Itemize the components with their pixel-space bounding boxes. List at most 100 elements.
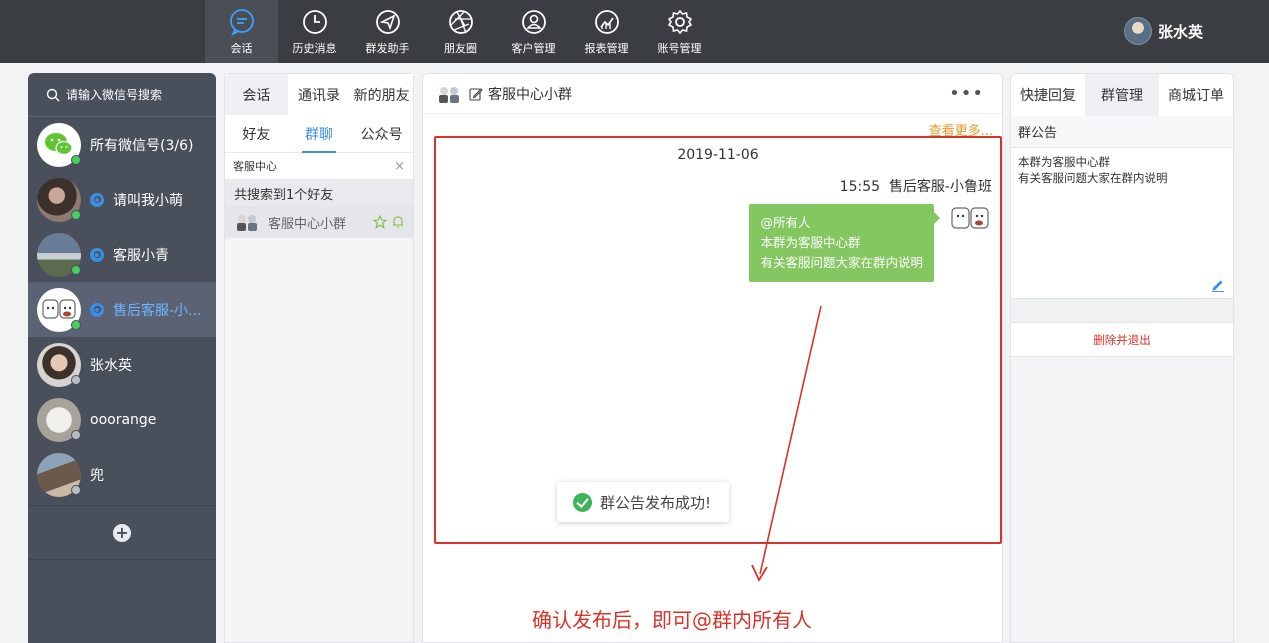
search-result-count: 共搜索到1个好友 — [225, 180, 413, 206]
subtab-official-accounts[interactable]: 公众号 — [350, 115, 413, 152]
nav-item-broadcast[interactable]: 群发助手 — [351, 0, 424, 63]
message-bubble[interactable]: @所有人 本群为客服中心群 有关客服问题大家在群内说明 — [749, 204, 940, 282]
message-line: 本群为客服中心群 — [760, 235, 861, 250]
checkmark-icon — [573, 492, 592, 512]
online-status-dot — [71, 209, 81, 220]
nav-label: 账号管理 — [657, 41, 702, 55]
group-avatar — [235, 211, 259, 233]
tab-group-management[interactable]: 群管理 — [1085, 74, 1159, 116]
announcement-title: 群公告 — [1011, 116, 1233, 148]
account-name: ooorange — [90, 411, 157, 428]
nav-label: 报表管理 — [584, 41, 629, 55]
nav-item-reports[interactable]: 报表管理 — [570, 0, 643, 63]
account-name: 张水英 — [90, 357, 132, 374]
wechat-logo-avatar — [37, 122, 81, 167]
more-options-button[interactable]: ••• — [949, 83, 984, 104]
subtab-friends[interactable]: 好友 — [225, 115, 288, 152]
contacts-subtabs: 好友 群聊 公众号 — [225, 115, 413, 153]
account-name: 所有微信号(3/6) — [90, 137, 194, 154]
nav-item-history[interactable]: 历史消息 — [278, 0, 351, 63]
account-item[interactable]: 请叫我小萌 — [28, 172, 216, 227]
group-list-item[interactable]: 客服中心小群 — [225, 206, 413, 238]
group-actions — [373, 215, 405, 229]
message-line: @所有人 — [760, 215, 811, 230]
add-account-button[interactable]: + — [113, 523, 131, 542]
current-user[interactable]: 张水英 — [1123, 17, 1203, 45]
close-icon[interactable]: × — [394, 159, 405, 174]
send-icon — [375, 9, 400, 34]
online-status-dot — [71, 264, 81, 275]
delete-and-exit-button[interactable]: 删除并退出 — [1011, 323, 1233, 357]
offline-status-dot — [71, 429, 81, 440]
account-name: 请叫我小萌 — [113, 192, 183, 209]
online-status-dot — [71, 154, 81, 165]
nav-label: 客户管理 — [511, 41, 556, 55]
announcement-text[interactable]: 本群为客服中心群 有关客服问题大家在群内说明 — [1011, 148, 1233, 299]
main-nav: 会话 历史消息 群发助手 朋友圈 客户管理 报表管理 账号管理 — [205, 0, 716, 63]
account-item-all[interactable]: 所有微信号(3/6) — [28, 117, 216, 172]
account-item[interactable]: 兜 — [28, 447, 216, 502]
edit-icon[interactable] — [469, 87, 483, 101]
online-status-dot — [71, 319, 81, 330]
account-type-icon — [90, 192, 104, 207]
nav-item-customers[interactable]: 客户管理 — [497, 0, 570, 63]
account-search-input[interactable]: 请输入微信号搜索 — [28, 73, 216, 117]
avatar — [1123, 17, 1152, 45]
subtab-groups[interactable]: 群聊 — [288, 115, 351, 153]
account-type-icon — [90, 302, 104, 317]
divider — [1011, 299, 1233, 323]
side-tabs: 快捷回复 群管理 商城订单 — [1011, 74, 1233, 116]
chat-header: 客服中心小群 ••• — [423, 74, 1002, 114]
success-toast: 群公告发布成功! — [557, 482, 730, 522]
user-name: 张水英 — [1157, 22, 1203, 41]
nav-item-moments[interactable]: 朋友圈 — [424, 0, 497, 63]
avatar — [37, 397, 81, 442]
announcement-line: 有关客服问题大家在群内说明 — [1018, 171, 1168, 185]
chat-title: 客服中心小群 — [488, 86, 572, 103]
contacts-panel: 会话 通讯录 新的朋友 好友 群聊 公众号 客服中心 × 共搜索到1个好友 客服… — [224, 73, 414, 643]
account-list-panel: 请输入微信号搜索 所有微信号(3/6) 请叫我小萌 客服小青 售后客服-小... — [28, 73, 216, 643]
nav-item-accounts[interactable]: 账号管理 — [643, 0, 716, 63]
pencil-icon[interactable] — [1211, 278, 1225, 292]
tab-mall-orders[interactable]: 商城订单 — [1159, 74, 1233, 116]
avatar — [37, 287, 81, 332]
report-icon — [594, 9, 619, 34]
sender-avatar — [950, 204, 990, 232]
account-name: 售后客服-小... — [113, 302, 202, 319]
search-placeholder: 请输入微信号搜索 — [66, 88, 163, 102]
tab-new-friends[interactable]: 新的朋友 — [350, 74, 414, 115]
account-item[interactable]: ooorange — [28, 392, 216, 447]
group-name: 客服中心小群 — [268, 216, 347, 232]
account-item-active[interactable]: 售后客服-小... — [28, 282, 216, 337]
clock-icon — [302, 9, 327, 34]
avatar — [37, 232, 81, 277]
star-icon[interactable] — [373, 215, 387, 229]
account-item[interactable]: 张水英 — [28, 337, 216, 392]
offline-status-dot — [71, 374, 81, 385]
message-line: 有关客服问题大家在群内说明 — [760, 255, 923, 270]
contacts-tabs: 会话 通讯录 新的朋友 — [225, 74, 414, 115]
toast-text: 群公告发布成功! — [600, 493, 712, 512]
chat-icon — [229, 8, 254, 36]
nav-label: 会话 — [230, 41, 253, 55]
tab-address-book[interactable]: 通讯录 — [287, 74, 351, 115]
message-meta: 15:55 售后客服-小鲁班 — [840, 176, 992, 196]
bell-icon[interactable] — [391, 215, 405, 229]
chat-panel: 客服中心小群 ••• 查看更多... 2019-11-06 15:55 售后客服… — [422, 73, 1003, 643]
group-avatar — [437, 83, 461, 105]
nav-item-chat[interactable]: 会话 — [205, 0, 278, 63]
avatar — [37, 342, 81, 387]
group-side-panel: 快捷回复 群管理 商城订单 群公告 本群为客服中心群 有关客服问题大家在群内说明… — [1010, 73, 1234, 643]
message-sender: 售后客服-小鲁班 — [888, 179, 992, 195]
contact-search-field[interactable]: 客服中心 × — [225, 153, 413, 180]
account-name: 客服小青 — [113, 247, 169, 264]
avatar — [37, 177, 81, 222]
tab-conversations[interactable]: 会话 — [225, 74, 288, 115]
account-name: 兜 — [90, 467, 104, 484]
announcement-line: 本群为客服中心群 — [1018, 155, 1110, 169]
nav-label: 历史消息 — [292, 41, 337, 55]
account-item[interactable]: 客服小青 — [28, 227, 216, 282]
offline-status-dot — [71, 484, 81, 495]
message-time: 15:55 — [839, 179, 881, 195]
tab-quick-reply[interactable]: 快捷回复 — [1011, 74, 1085, 116]
